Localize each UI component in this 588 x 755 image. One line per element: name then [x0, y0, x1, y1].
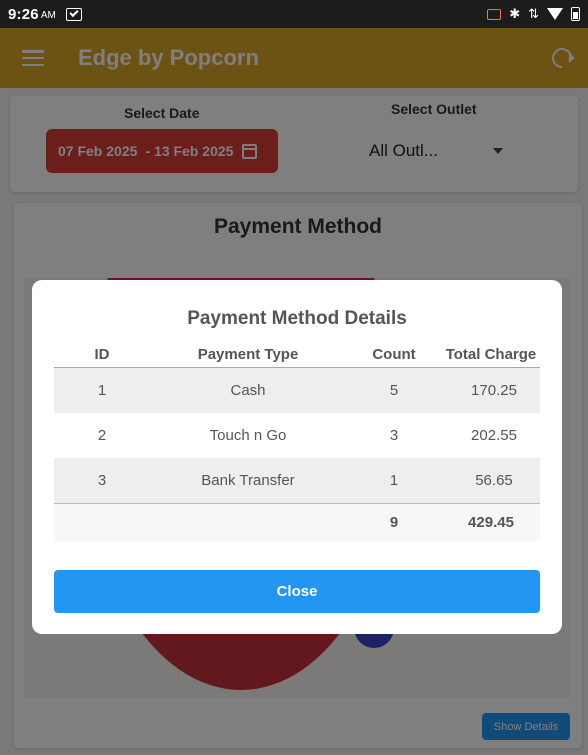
table-row: 1 Cash 5 170.25	[54, 368, 540, 413]
data-arrows-icon: ⇅	[528, 6, 539, 21]
table-row: 2 Touch n Go 3 202.55	[54, 413, 540, 458]
bluetooth-icon: ✱	[509, 6, 521, 21]
payment-details-dialog: Payment Method Details ID Payment Type C…	[32, 280, 562, 634]
notification-icon	[65, 7, 82, 21]
cell-type: Bank Transfer	[201, 472, 295, 489]
cell-type: Cash	[230, 382, 266, 399]
cast-icon	[487, 8, 502, 20]
cell-charge: 56.65	[475, 472, 513, 489]
status-bar: 9:26 AM ✱ ⇅	[0, 0, 588, 28]
table-total-row: 9 429.45	[54, 503, 540, 541]
cell-charge: 202.55	[471, 427, 517, 444]
wifi-icon	[547, 8, 563, 20]
cell-count: 1	[389, 472, 399, 489]
col-header-id: ID	[94, 346, 110, 363]
cell-id: 3	[97, 472, 107, 489]
table-row: 3 Bank Transfer 1 56.65	[54, 458, 540, 503]
cell-count: 3	[389, 427, 399, 444]
close-button[interactable]: Close	[54, 570, 540, 613]
status-time: 9:26	[8, 5, 39, 23]
col-header-charge: Total Charge	[445, 346, 537, 363]
cell-id: 2	[97, 427, 107, 444]
dialog-title: Payment Method Details	[187, 308, 407, 329]
total-count: 9	[389, 514, 399, 531]
total-charge: 429.45	[468, 514, 514, 531]
battery-icon	[571, 7, 580, 21]
col-header-count: Count	[372, 346, 416, 363]
cell-type: Touch n Go	[209, 427, 287, 444]
details-table: ID Payment Type Count Total Charge 1 Cas…	[54, 342, 540, 541]
col-header-type: Payment Type	[197, 346, 299, 363]
table-header: ID Payment Type Count Total Charge	[54, 342, 540, 368]
cell-charge: 170.25	[471, 382, 517, 399]
cell-count: 5	[389, 382, 399, 399]
status-ampm: AM	[40, 10, 56, 21]
status-icons: ✱ ⇅	[487, 6, 580, 22]
cell-id: 1	[97, 382, 107, 399]
